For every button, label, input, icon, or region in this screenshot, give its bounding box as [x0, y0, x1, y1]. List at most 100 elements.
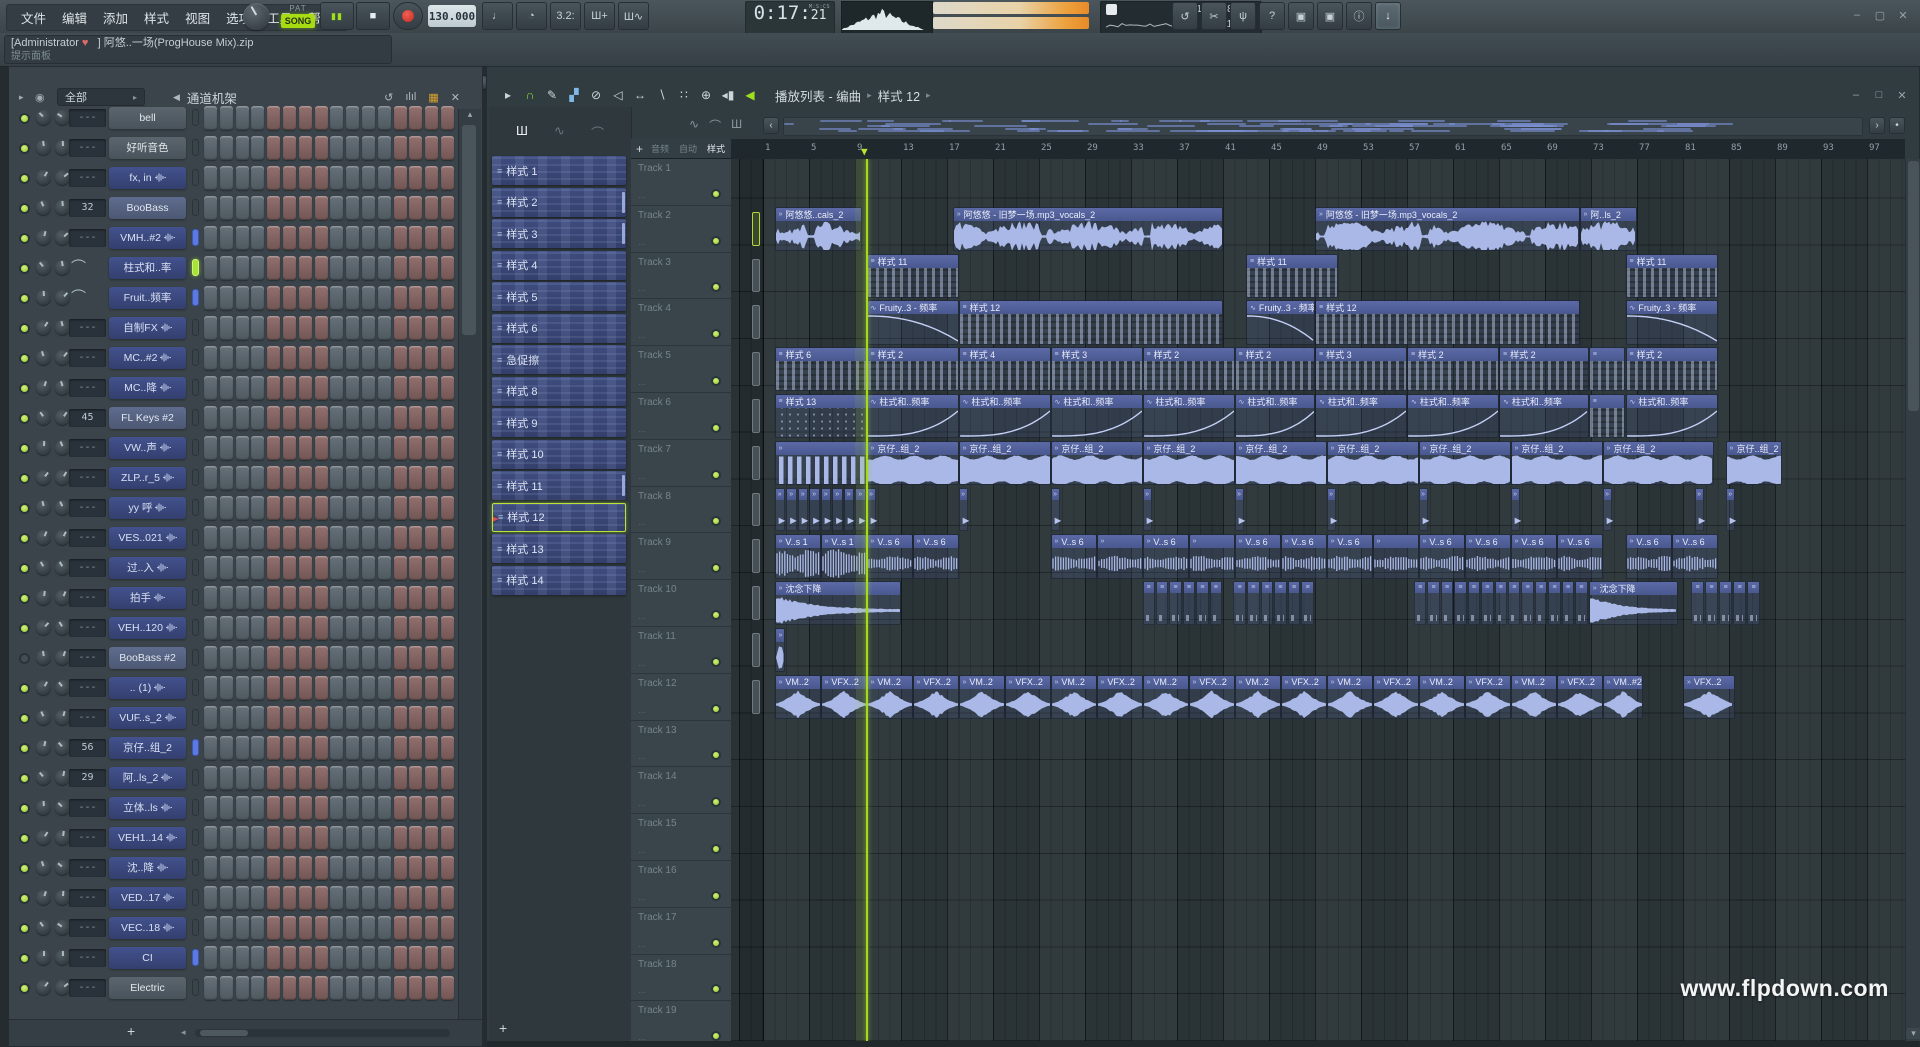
- volume-knob[interactable]: [55, 200, 70, 215]
- channel-button[interactable]: VEH1..14: [109, 827, 186, 849]
- step-cell[interactable]: [315, 916, 328, 940]
- step-cell[interactable]: [346, 316, 359, 340]
- playlist-mini-clip[interactable]: »►: [1726, 488, 1735, 532]
- step-cell[interactable]: [204, 496, 217, 520]
- step-cell[interactable]: [220, 346, 233, 370]
- step-cell[interactable]: [315, 406, 328, 430]
- step-cell[interactable]: [425, 166, 438, 190]
- step-cell[interactable]: [394, 496, 407, 520]
- track-enable-led[interactable]: [711, 282, 721, 292]
- step-cell[interactable]: [394, 226, 407, 250]
- step-cell[interactable]: [251, 136, 264, 160]
- step-cell[interactable]: [236, 796, 249, 820]
- playlist-mini-clip[interactable]: ≡: [1274, 581, 1287, 625]
- playlist-mini-clip[interactable]: ≡: [1468, 581, 1480, 625]
- volume-knob[interactable]: [55, 890, 70, 905]
- playback-tool-icon[interactable]: ◂▮: [717, 88, 739, 102]
- pan-knob[interactable]: [36, 170, 51, 185]
- step-cell[interactable]: [425, 526, 438, 550]
- channel-enable-led[interactable]: [19, 923, 30, 934]
- channel-enable-led[interactable]: [19, 143, 30, 154]
- step-cell[interactable]: [315, 166, 328, 190]
- track-options-icon[interactable]: ⋯: [638, 708, 647, 717]
- step-cell[interactable]: [441, 106, 454, 130]
- step-cell[interactable]: [220, 466, 233, 490]
- step-cell[interactable]: [409, 286, 422, 310]
- step-cell[interactable]: [204, 106, 217, 130]
- step-cell[interactable]: [220, 256, 233, 280]
- step-cell[interactable]: [236, 706, 249, 730]
- playlist-mini-clip[interactable]: ≡: [1562, 581, 1574, 625]
- step-cell[interactable]: [409, 826, 422, 850]
- playlist-mini-clip[interactable]: ≡: [1508, 581, 1520, 625]
- playlist-clip[interactable]: ∿柱式和..频率: [1499, 394, 1589, 438]
- step-cell[interactable]: [409, 766, 422, 790]
- cut-button[interactable]: ✂: [1201, 2, 1227, 30]
- channel-enable-led[interactable]: [19, 833, 30, 844]
- step-cell[interactable]: [251, 466, 264, 490]
- track-options-icon[interactable]: ⋯: [638, 474, 647, 483]
- step-cell[interactable]: [220, 436, 233, 460]
- step-cell[interactable]: [425, 196, 438, 220]
- track-group-chip[interactable]: [752, 259, 760, 293]
- step-cell[interactable]: [425, 436, 438, 460]
- playlist-clip[interactable]: »VM..#2: [1603, 675, 1643, 719]
- step-cell[interactable]: [251, 796, 264, 820]
- step-cell[interactable]: [251, 526, 264, 550]
- step-cell[interactable]: [251, 406, 264, 430]
- step-cell[interactable]: [394, 106, 407, 130]
- channel-display[interactable]: 29: [69, 769, 106, 787]
- step-cell[interactable]: [251, 976, 264, 1000]
- stop-button[interactable]: ■: [356, 2, 390, 30]
- select-tool-icon[interactable]: ∷: [673, 88, 695, 102]
- step-cell[interactable]: [409, 856, 422, 880]
- step-cell[interactable]: [441, 526, 454, 550]
- step-cell[interactable]: [378, 136, 391, 160]
- step-cell[interactable]: [267, 766, 280, 790]
- playlist-clip[interactable]: ≡样式 3: [1315, 347, 1407, 391]
- step-cell[interactable]: [315, 526, 328, 550]
- channel-selector-pill[interactable]: [192, 649, 199, 666]
- collapse-icon[interactable]: ▸: [19, 92, 24, 103]
- step-cell[interactable]: [378, 436, 391, 460]
- playlist-clip[interactable]: »V..s 6: [1672, 534, 1718, 578]
- playlist-clip[interactable]: »京仔..组_2: [867, 441, 959, 485]
- channel-selector-pill[interactable]: [192, 739, 199, 756]
- pan-knob[interactable]: [36, 980, 51, 995]
- step-cell[interactable]: [362, 886, 375, 910]
- step-cell[interactable]: [378, 946, 391, 970]
- step-cell[interactable]: [267, 256, 280, 280]
- step-cell[interactable]: [330, 226, 343, 250]
- volume-knob[interactable]: [55, 170, 70, 185]
- playlist-mini-clip[interactable]: »►: [1235, 488, 1244, 532]
- step-cell[interactable]: [441, 166, 454, 190]
- playlist-clip[interactable]: ∿柱式和..频率: [1235, 394, 1316, 438]
- step-cell[interactable]: [299, 316, 312, 340]
- channel-button[interactable]: MC..#2: [109, 347, 186, 369]
- step-cell[interactable]: [441, 286, 454, 310]
- channel-display[interactable]: ---: [69, 949, 106, 967]
- channel-enable-led[interactable]: [19, 293, 30, 304]
- playlist-clip[interactable]: »: [1189, 534, 1235, 578]
- step-cell[interactable]: [378, 916, 391, 940]
- step-cell[interactable]: [362, 706, 375, 730]
- playlist-clip[interactable]: ∿Fruity..3 - 频率: [1626, 300, 1718, 344]
- track-enable-led[interactable]: [711, 797, 721, 807]
- step-cell[interactable]: [315, 976, 328, 1000]
- channel-enable-led[interactable]: [19, 623, 30, 634]
- step-cell[interactable]: [409, 376, 422, 400]
- playlist-mini-clip[interactable]: ≡: [1247, 581, 1260, 625]
- keyboard-editor-icon[interactable]: ▦: [428, 91, 438, 104]
- picker-filter-音频[interactable]: 音频: [651, 142, 669, 155]
- track-options-icon[interactable]: ⋯: [638, 988, 647, 997]
- step-cell[interactable]: [378, 406, 391, 430]
- step-cell[interactable]: [236, 976, 249, 1000]
- graph-editor-icon[interactable]: ılıl: [405, 91, 416, 103]
- channel-display[interactable]: ---: [69, 439, 106, 457]
- volume-knob[interactable]: [55, 230, 70, 245]
- step-cell[interactable]: [441, 136, 454, 160]
- channel-button[interactable]: ZLP..r_5: [109, 467, 186, 489]
- step-cell[interactable]: [441, 556, 454, 580]
- step-cell[interactable]: [378, 466, 391, 490]
- step-cell[interactable]: [378, 706, 391, 730]
